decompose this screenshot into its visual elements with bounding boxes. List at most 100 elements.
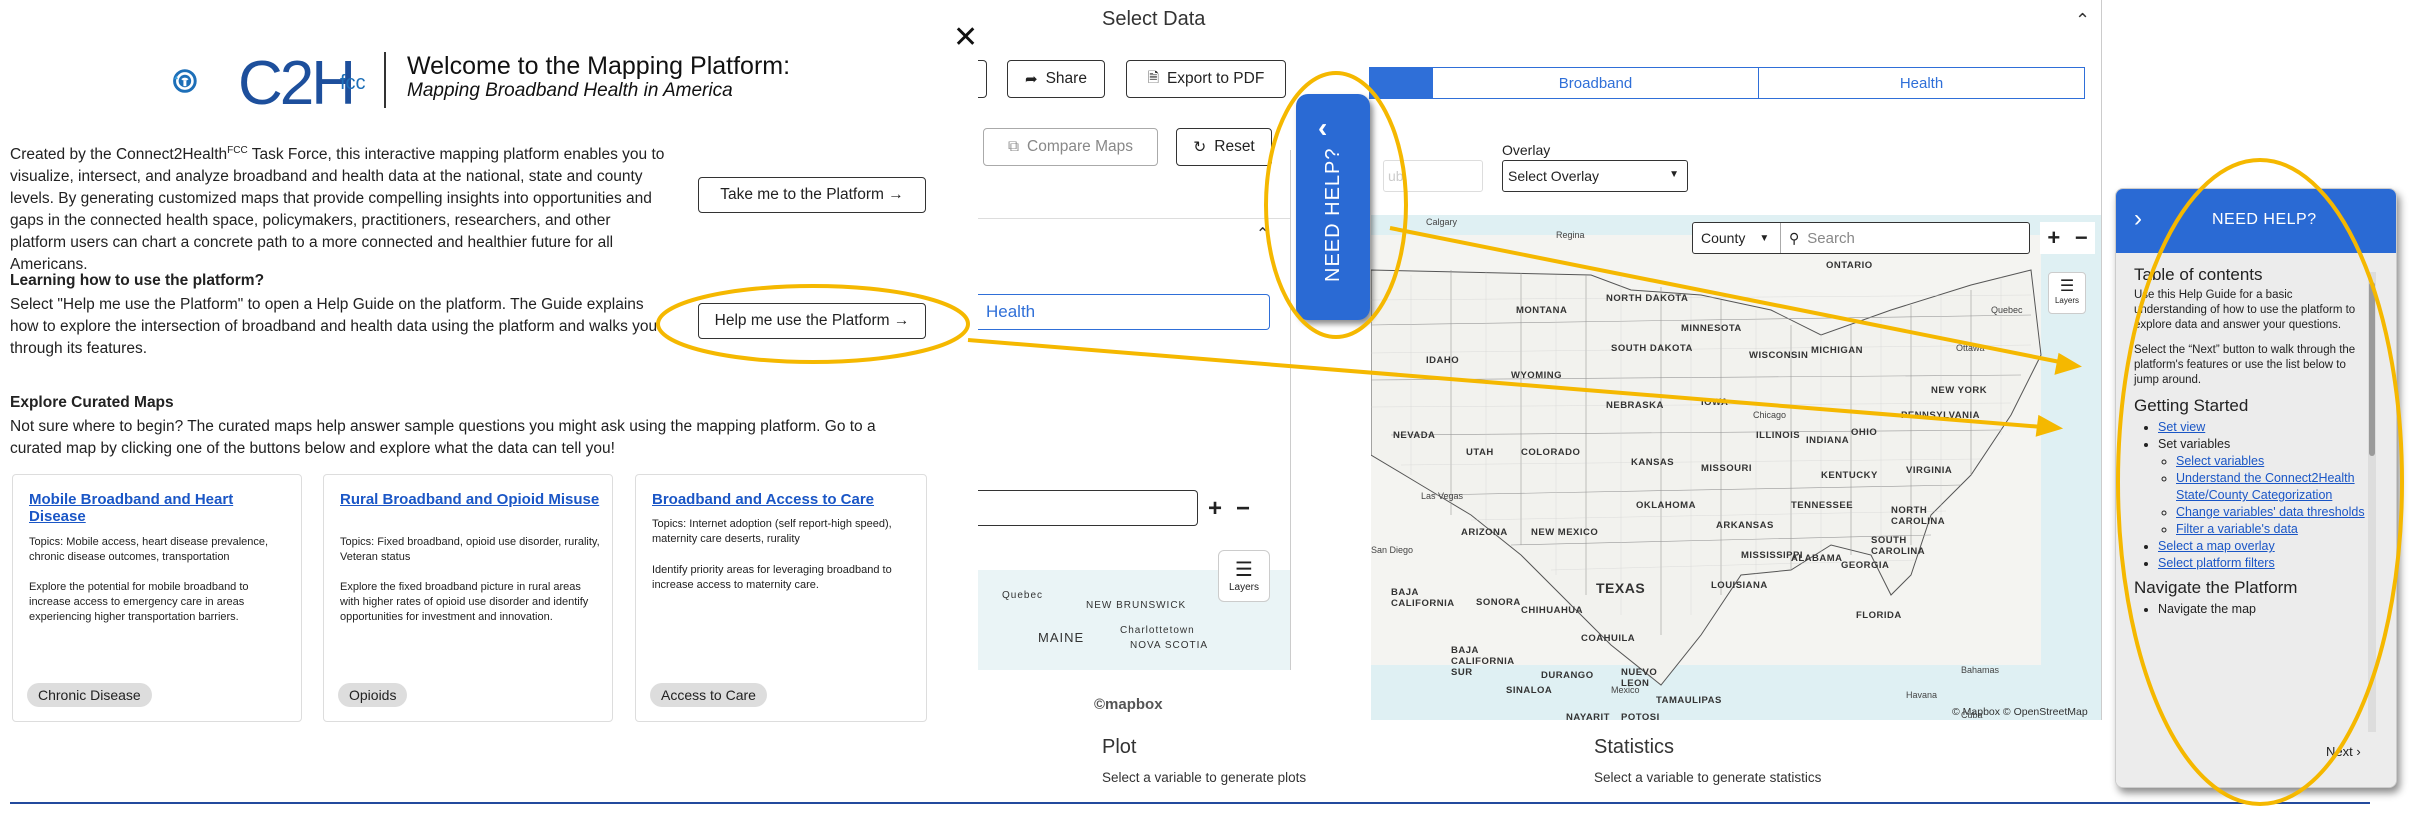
clipped-button[interactable] (978, 60, 987, 98)
help-guide-panel: › NEED HELP? Table of contents Use this … (2115, 188, 2397, 788)
export-pdf-button[interactable]: 🗎 Export to PDF (1126, 60, 1286, 98)
map-state-label: VIRGINIA (1906, 465, 1953, 476)
list-item: Filter a variable's data (2176, 521, 2366, 538)
logo-divider (384, 52, 386, 108)
map-city-label: Las Vegas (1421, 491, 1464, 501)
help-scrollbar-thumb[interactable] (2369, 282, 2375, 456)
list-item: Select a map overlay (2158, 538, 2366, 555)
map-state-label: NEVADA (1393, 430, 1436, 441)
map-state-label: PENNSYLVANIA (1901, 410, 1981, 421)
help-guide-content: Table of contents Use this Help Guide fo… (2134, 265, 2366, 626)
map-layers-button[interactable]: ☰ Layers (2048, 272, 2086, 314)
toc-heading: Table of contents (2134, 265, 2263, 284)
chevron-up-icon[interactable]: ⌃ (2075, 10, 2090, 31)
overlay-select[interactable]: Select Overlay ▼ (1502, 160, 1688, 192)
reset-icon: ↻ (1193, 138, 1207, 156)
map-state-label: MISSOURI (1701, 463, 1752, 474)
toc-paragraph: Use this Help Guide for a basic understa… (2134, 289, 2356, 331)
curated-map-link[interactable]: Rural Broadband and Opioid Misuse (340, 491, 600, 508)
help-me-use-platform-button[interactable]: Help me use the Platform → (698, 303, 926, 339)
zoom-in-icon[interactable]: + (2047, 225, 2060, 251)
map-attribution[interactable]: © Mapbox © OpenStreetMap (1952, 706, 2088, 718)
card-tag: Opioids (338, 683, 408, 707)
help-link-filter[interactable]: Filter a variable's data (2176, 522, 2298, 536)
help-link-categorization[interactable]: Understand the Connect2Health State/Coun… (2176, 471, 2355, 502)
health-field[interactable]: Health (978, 294, 1270, 330)
c2h-logo-icon (173, 69, 197, 93)
zoom-out-icon[interactable]: − (2075, 225, 2088, 251)
curated-map-link[interactable]: Mobile Broadband and Heart Disease (29, 491, 289, 525)
reset-button[interactable]: ↻ Reset (1176, 128, 1272, 166)
plot-text: Select a variable to generate plots (1102, 770, 1307, 785)
map-state-label: NEW YORK (1931, 385, 1988, 396)
help-guide-body: Table of contents Use this Help Guide fo… (2116, 253, 2396, 787)
list-item: Select platform filters (2158, 555, 2366, 572)
list-item: Understand the Connect2Health State/Coun… (2176, 470, 2366, 504)
help-link-set-view[interactable]: Set view (2158, 420, 2205, 434)
need-help-tab[interactable]: ‹ NEED HELP? (1296, 94, 1370, 320)
county-select[interactable]: County ▼ (1693, 223, 1781, 253)
tab-health[interactable]: Health (1758, 68, 2084, 98)
chevron-right-icon[interactable]: › (2134, 205, 2142, 233)
card-tag: Access to Care (650, 683, 767, 707)
map-state-label: KENTUCKY (1821, 470, 1878, 481)
map-state-label: INDIANA (1806, 435, 1850, 446)
tab-broadband[interactable]: Broadband (1432, 68, 1758, 98)
chevron-up-icon[interactable]: ⌃ (1256, 224, 1269, 244)
share-label: Share (1045, 70, 1087, 87)
share-icon: ➦ (1025, 71, 1038, 88)
plot-heading: Plot (1102, 736, 1137, 758)
take-me-to-platform-button[interactable]: Take me to the Platform → (698, 177, 926, 213)
card-topics: Topics: Internet adoption (self report-h… (652, 518, 892, 545)
map-city-label: Bahamas (1961, 665, 2000, 675)
explore-text: Not sure where to begin? The curated map… (10, 418, 876, 457)
map-city-label: Havana (1906, 690, 1938, 700)
compare-label: Compare Maps (1027, 138, 1134, 155)
map-label: Quebec (1002, 590, 1044, 601)
card-description: Explore the potential for mobile broadba… (29, 581, 249, 623)
map-state-label: MISSISSIPPI (1741, 550, 1803, 561)
help-link-select-variables[interactable]: Select variables (2176, 454, 2264, 468)
curated-map-link[interactable]: Broadband and Access to Care (652, 491, 912, 508)
map-state-label: UTAH (1466, 447, 1494, 458)
select-data-heading: Select Data (1102, 8, 1206, 30)
map-state-label: TENNESSEE (1791, 500, 1854, 511)
compare-maps-button[interactable]: ⧉ Compare Maps (983, 128, 1158, 166)
map-state-label: ARKANSAS (1716, 520, 1774, 531)
map-state-label: OKLAHOMA (1636, 500, 1696, 511)
export-label: Export to PDF (1166, 70, 1265, 87)
help-link-filters[interactable]: Select platform filters (2158, 556, 2275, 570)
caret-down-icon: ▼ (1669, 169, 1679, 180)
curated-map-card: Mobile Broadband and Heart Disease Topic… (12, 474, 302, 722)
map-state-label: SOUTH DAKOTA (1611, 343, 1693, 354)
logo-fcc: fcc (340, 72, 366, 94)
caret-down-icon: ▼ (1759, 232, 1770, 244)
zoom-out-icon[interactable]: − (1236, 495, 1250, 523)
map-state-label: NEW MEXICO (1531, 527, 1599, 538)
map-city-label: Regina (1556, 230, 1585, 240)
help-link-overlay[interactable]: Select a map overlay (2158, 539, 2275, 553)
secondary-search-input[interactable] (978, 490, 1198, 526)
close-icon[interactable]: ✕ (953, 20, 978, 55)
layers-button[interactable]: ☰ Layers (1218, 550, 1270, 602)
share-button[interactable]: ➦ Share (1007, 60, 1105, 98)
map-state-label: NORTH CAROLINA (1891, 505, 1946, 527)
next-button[interactable]: Next › (2326, 744, 2361, 759)
map-state-label: TEXAS (1596, 580, 1646, 596)
need-help-tab-label: NEED HELP? (1321, 147, 1344, 283)
panel-divider (1290, 150, 1291, 670)
zoom-in-icon[interactable]: + (1208, 495, 1222, 523)
map-state-label: ILLINOIS (1756, 430, 1801, 441)
map-search-input[interactable]: Search (1807, 230, 1855, 247)
mapbox-logo: ©mapbox (1094, 696, 1163, 713)
search-icon: ⚲ (1789, 229, 1800, 246)
toc-paragraph: Select the “Next” button to walk through… (2134, 344, 2356, 386)
reset-label: Reset (1214, 138, 1255, 155)
map-state-label: GEORGIA (1841, 560, 1890, 571)
help-link-thresholds[interactable]: Change variables' data thresholds (2176, 505, 2365, 519)
map-state-label: TAMAULIPAS (1656, 695, 1722, 706)
map-zoom-controls: + − (2040, 222, 2095, 254)
main-map[interactable]: NORTH DAKOTA MONTANA SOUTH DAKOTA MINNES… (1371, 215, 2101, 720)
compare-icon: ⧉ (1007, 138, 1020, 155)
tab-active[interactable] (1370, 68, 1432, 98)
